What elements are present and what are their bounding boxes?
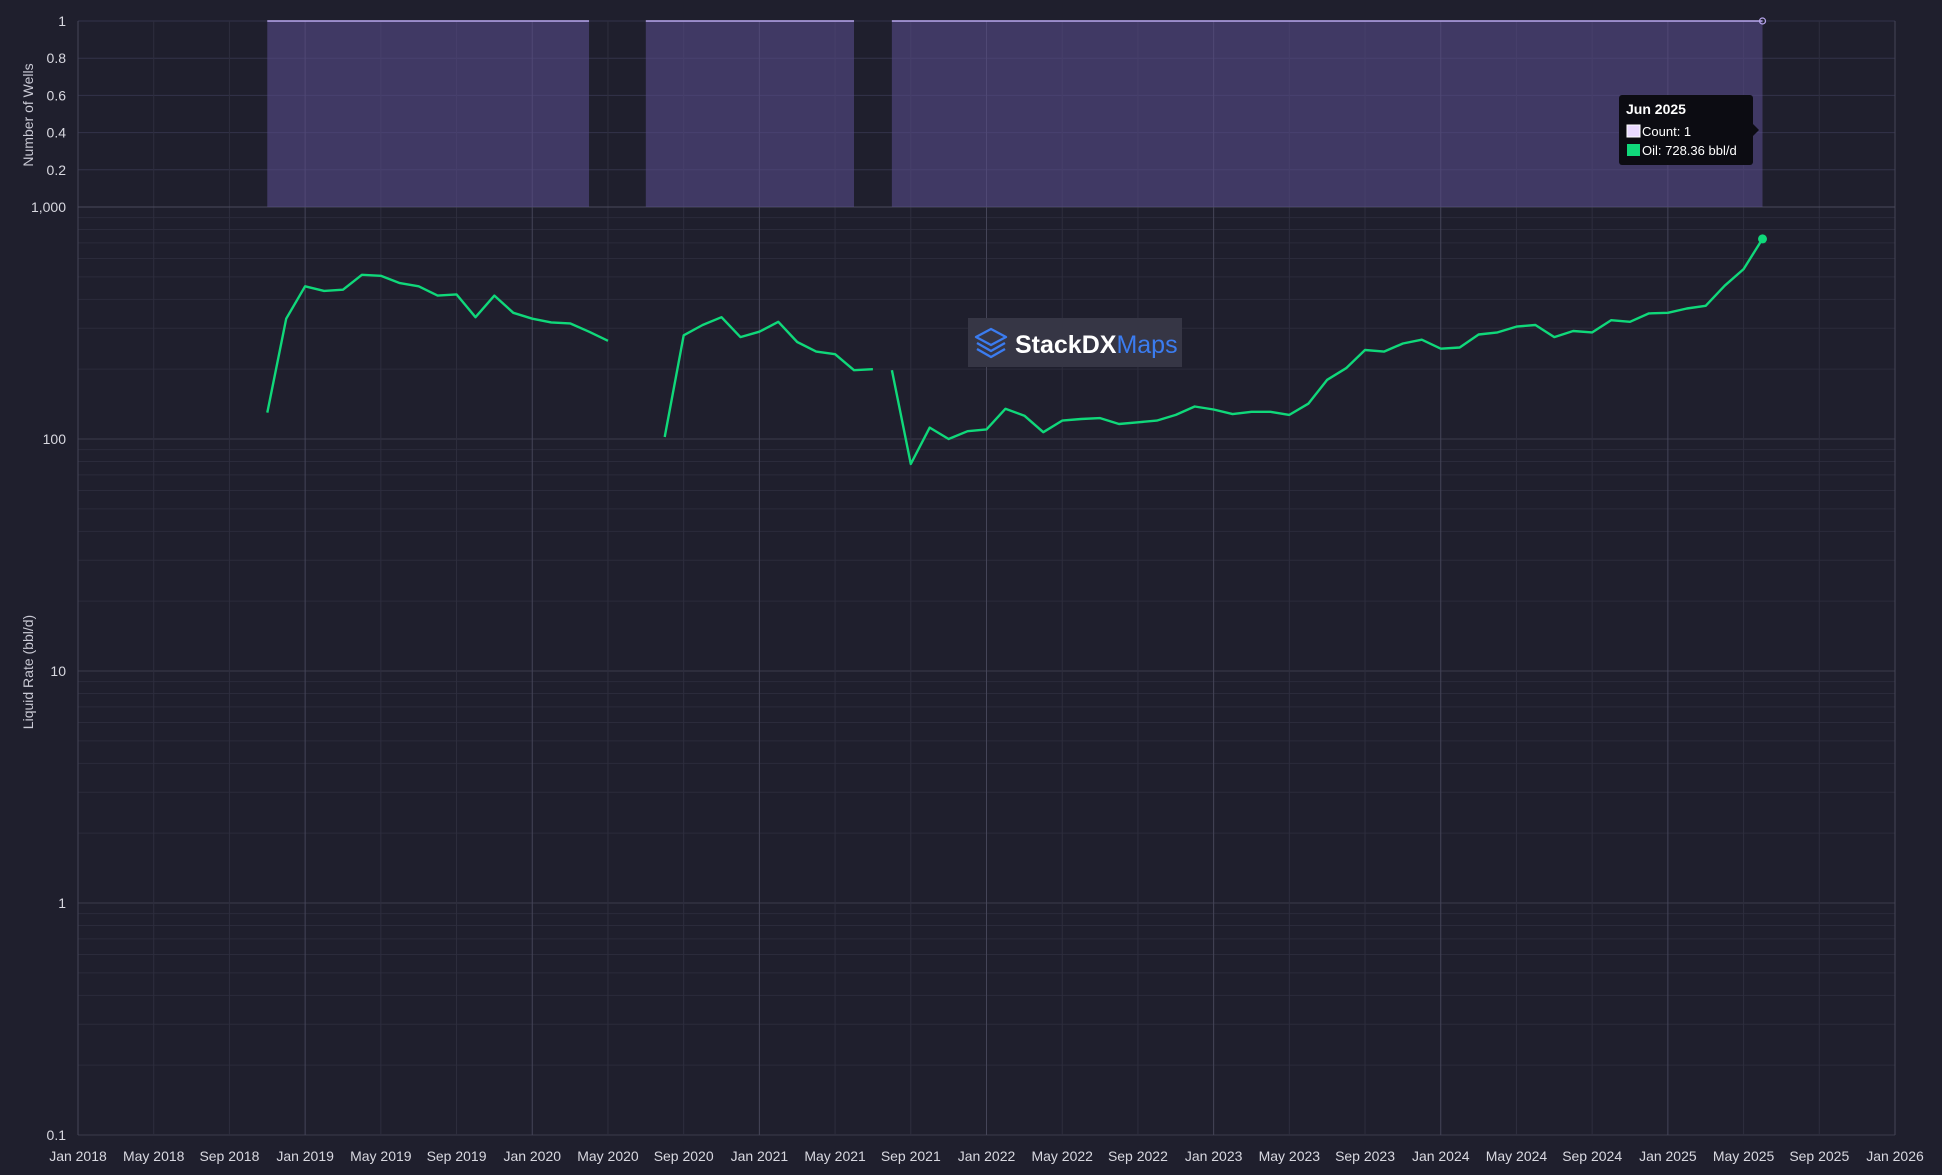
count-swatch [1626, 124, 1641, 138]
logo-brand: StackDX [1015, 331, 1117, 359]
oil-swatch [1627, 144, 1640, 156]
rate-y-tick-label: 1 [58, 895, 66, 911]
well-count-bar[interactable] [645, 21, 855, 207]
x-tick-label: May 2025 [1713, 1148, 1775, 1164]
logo-wordmark: StackDXMaps [1015, 331, 1178, 359]
wells-axis-title: Number of Wells [20, 63, 36, 166]
x-tick-label: Jan 2026 [1866, 1148, 1924, 1164]
x-tick-label: Sep 2019 [427, 1148, 487, 1164]
x-tick-label: Sep 2018 [199, 1148, 259, 1164]
x-tick-label: Jan 2019 [276, 1148, 334, 1164]
rate-y-tick-label: 100 [43, 431, 67, 447]
tooltip-oil: Oil: 728.36 bbl/d [1642, 143, 1737, 158]
wells-y-tick-label: 0.8 [47, 50, 67, 66]
x-tick-label: Sep 2023 [1335, 1148, 1395, 1164]
well-count-area[interactable] [267, 20, 1763, 207]
x-tick-label: Jan 2018 [49, 1148, 107, 1164]
x-tick-label: Jan 2024 [1412, 1148, 1470, 1164]
x-tick-label: Jan 2025 [1639, 1148, 1697, 1164]
x-tick-label: May 2023 [1259, 1148, 1321, 1164]
x-tick-label: Sep 2024 [1562, 1148, 1622, 1164]
x-tick-label: Sep 2022 [1108, 1148, 1168, 1164]
x-tick-label: Jan 2022 [958, 1148, 1016, 1164]
rate-axis-title: Liquid Rate (bbl/d) [20, 615, 36, 729]
x-axis-ticks: Jan 2018 May 2018 Sep 2018 Jan 2019 May 2019… [49, 1148, 1924, 1164]
x-tick-label: Sep 2025 [1789, 1148, 1849, 1164]
tooltip-title: Jun 2025 [1626, 101, 1686, 117]
wells-y-tick-label: 0.4 [47, 125, 67, 141]
x-tick-label: May 2021 [804, 1148, 866, 1164]
tooltip: Jun 2025 Count: 1 Oil: 728.36 bbl/d [1619, 95, 1759, 165]
oil-hover-point[interactable] [1758, 234, 1768, 244]
logo-product: Maps [1116, 331, 1177, 359]
x-tick-label: May 2024 [1486, 1148, 1548, 1164]
wells-y-tick-label: 1 [58, 13, 66, 29]
x-tick-label: May 2018 [123, 1148, 185, 1164]
x-tick-label: May 2019 [350, 1148, 412, 1164]
x-tick-label: May 2022 [1031, 1148, 1093, 1164]
x-tick-label: Jan 2021 [731, 1148, 789, 1164]
x-tick-label: Jan 2023 [1185, 1148, 1243, 1164]
x-tick-label: Jan 2020 [503, 1148, 561, 1164]
rate-y-tick-label: 10 [50, 663, 66, 679]
stackdx-maps-logo: StackDXMaps [968, 318, 1182, 367]
production-chart: Jan 2018 May 2018 Sep 2018 Jan 2019 May 2019… [0, 0, 1942, 1175]
tooltip-count: Count: 1 [1642, 124, 1691, 139]
x-tick-label: Sep 2021 [881, 1148, 941, 1164]
rate-y-tick-label: 0.1 [47, 1127, 67, 1143]
x-tick-label: Sep 2020 [654, 1148, 714, 1164]
wells-y-tick-label: 0.2 [47, 162, 67, 178]
x-tick-label: May 2020 [577, 1148, 639, 1164]
well-count-bar[interactable] [267, 21, 590, 207]
rate-y-tick-label: 1,000 [31, 199, 66, 215]
wells-y-tick-label: 0.6 [47, 87, 67, 103]
